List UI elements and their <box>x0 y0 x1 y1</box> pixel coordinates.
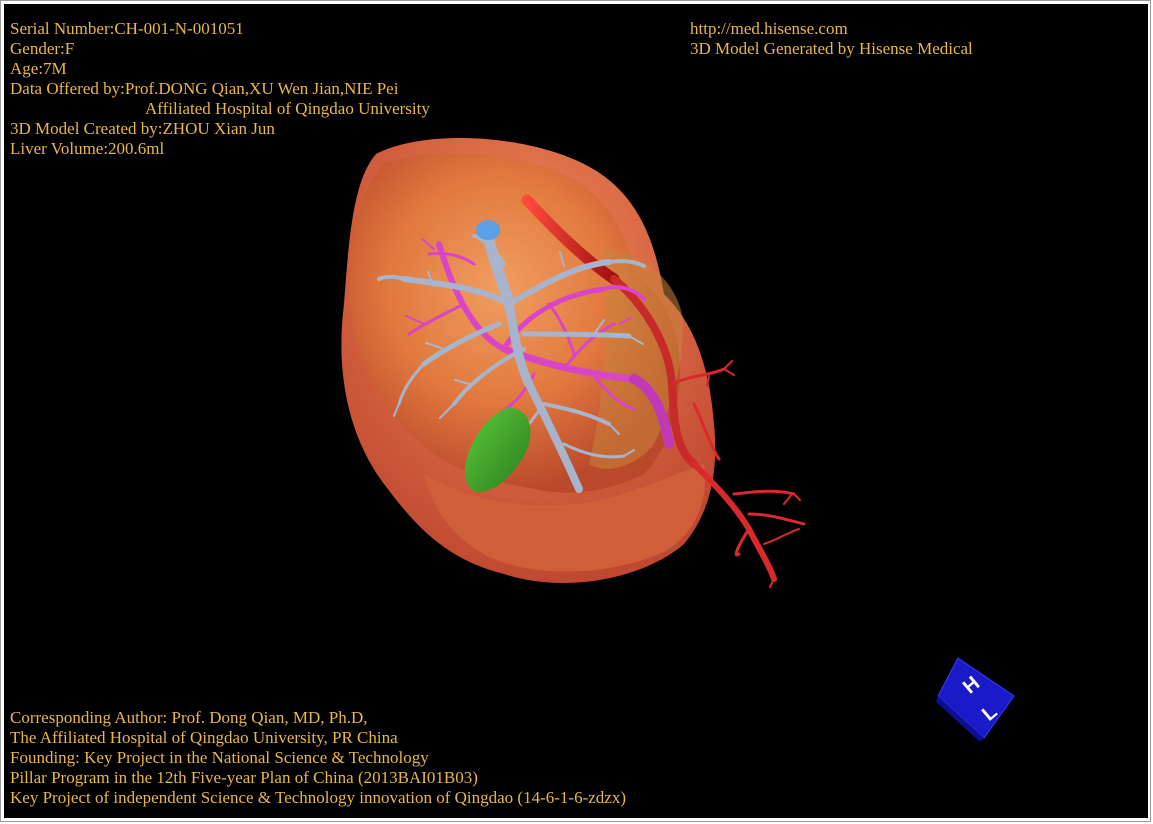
corresponding-author: Corresponding Author: Prof. Dong Qian, M… <box>10 708 368 727</box>
orientation-cube[interactable]: H L <box>934 656 1024 746</box>
credits-block: Corresponding Author: Prof. Dong Qian, M… <box>10 708 626 808</box>
author-affiliation: The Affiliated Hospital of Qingdao Unive… <box>10 728 398 747</box>
orientation-cube-face <box>937 657 1015 739</box>
3d-viewport[interactable]: Serial Number:CH-001-N-001051 Gender:F A… <box>4 4 1148 818</box>
founding: Founding: Key Project in the National Sc… <box>10 748 429 767</box>
key-project: Key Project of independent Science & Tec… <box>10 788 626 807</box>
portal-vein-tip <box>476 220 500 240</box>
pillar-program: Pillar Program in the 12th Five-year Pla… <box>10 768 478 787</box>
